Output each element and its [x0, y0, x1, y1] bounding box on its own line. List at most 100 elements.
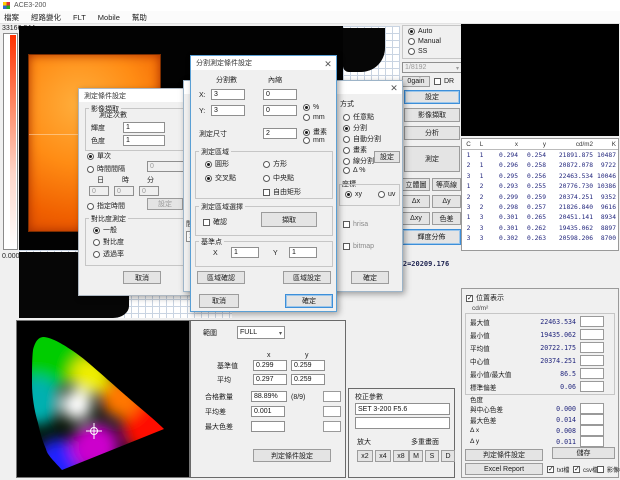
table-row[interactable]: 320.2980.25721826.8409616: [462, 202, 618, 212]
cancel-button[interactable]: 取消: [199, 294, 239, 308]
size-pixel-radio[interactable]: [303, 129, 310, 136]
inset-x-input[interactable]: 0: [263, 89, 297, 100]
contour-button[interactable]: 等高線: [432, 178, 461, 191]
judge-condition-button[interactable]: 判定條件設定: [465, 449, 543, 461]
inset-mm-radio[interactable]: [303, 114, 310, 121]
area-square-radio[interactable]: [263, 161, 270, 168]
save-button[interactable]: 儲存: [552, 447, 615, 459]
day-input[interactable]: 0: [89, 186, 109, 196]
ok-button[interactable]: 確定: [285, 294, 333, 308]
interval-input[interactable]: 0: [147, 161, 187, 172]
area-cross-radio[interactable]: [205, 175, 212, 182]
menu-mobile[interactable]: Mobile: [98, 13, 120, 22]
area-confirm-button[interactable]: 區域確認: [197, 271, 245, 284]
table-row[interactable]: 120.2930.25520776.73010386: [462, 182, 618, 192]
view-3d-button[interactable]: 立體圖: [402, 178, 430, 191]
method-delta-pct-radio[interactable]: [343, 167, 350, 174]
area-set-button[interactable]: 區域設定: [283, 271, 331, 284]
free-rect-checkbox[interactable]: [263, 189, 270, 196]
coord-xy-radio[interactable]: [345, 191, 352, 198]
spec-time-radio[interactable]: [87, 203, 94, 210]
table-row[interactable]: 210.2960.25820872.0789722: [462, 161, 618, 171]
zoom-x2-button[interactable]: x2: [357, 450, 373, 462]
zero-gain-button[interactable]: 0gain: [402, 76, 430, 87]
div-y-input[interactable]: 3: [211, 105, 245, 116]
interval-radio[interactable]: [87, 166, 94, 173]
set-button[interactable]: 設定: [404, 90, 460, 104]
luminance-dist-button[interactable]: 輝度分佈: [402, 229, 461, 245]
ref-y-input[interactable]: 0.259: [291, 360, 325, 371]
base-x-input[interactable]: 1: [231, 247, 259, 258]
single-radio[interactable]: [87, 153, 94, 160]
multi-s-button[interactable]: S: [425, 450, 439, 462]
method-pixel-radio[interactable]: [343, 147, 350, 154]
inset-y-input[interactable]: 0: [263, 105, 297, 116]
captured-image-panel[interactable]: [461, 24, 619, 136]
image-file-checkbox[interactable]: [597, 466, 604, 473]
ok-button[interactable]: 確定: [351, 271, 389, 284]
size-mm-radio[interactable]: [303, 137, 310, 144]
area-circle-radio[interactable]: [205, 161, 212, 168]
radio-manual[interactable]: [408, 38, 415, 45]
delta-x-button[interactable]: Δx: [402, 195, 430, 208]
grab-button[interactable]: 擷取: [261, 212, 317, 227]
trans-radio[interactable]: [93, 251, 100, 258]
avg-x-input[interactable]: 0.297: [253, 374, 287, 385]
csv-file-checkbox[interactable]: [573, 466, 580, 473]
confirm-checkbox[interactable]: [203, 219, 210, 226]
menu-path-change[interactable]: 經路變化: [31, 12, 61, 23]
menu-help[interactable]: 幫助: [132, 12, 147, 23]
color-diff-button[interactable]: 色差: [432, 212, 461, 225]
delta-xy-button[interactable]: Δxy: [402, 212, 430, 225]
multi-m-button[interactable]: M: [409, 450, 423, 462]
method-split-radio[interactable]: [343, 125, 350, 132]
coord-uv-radio[interactable]: [378, 191, 385, 198]
method-line-split-radio[interactable]: [343, 158, 350, 165]
inset-percent-radio[interactable]: [303, 104, 310, 111]
area-center-radio[interactable]: [263, 175, 270, 182]
zoom-x8-button[interactable]: x8: [393, 450, 409, 462]
exposure-select[interactable]: 1/8192 ▾: [402, 62, 462, 73]
size-input[interactable]: 2: [263, 128, 297, 139]
zoom-x4-button[interactable]: x4: [375, 450, 391, 462]
close-icon[interactable]: ✕: [389, 83, 399, 93]
ref-x-input[interactable]: 0.299: [253, 360, 287, 371]
range-select[interactable]: FULL ▾: [237, 326, 285, 339]
position-display-checkbox[interactable]: [466, 295, 473, 302]
measure-button[interactable]: 測定: [404, 146, 460, 172]
dr-checkbox[interactable]: [434, 78, 441, 85]
multi-d-button[interactable]: D: [441, 450, 455, 462]
menu-flt[interactable]: FLT: [73, 13, 86, 22]
method-any-point-radio[interactable]: [343, 114, 350, 121]
calibration-field-2[interactable]: [355, 417, 450, 429]
div-x-input[interactable]: 3: [211, 89, 245, 100]
table-row[interactable]: 230.3010.26219435.0628897: [462, 223, 618, 233]
close-icon[interactable]: ✕: [323, 59, 333, 69]
spec-time-set-button[interactable]: 設定: [147, 198, 183, 210]
table-row[interactable]: 310.2950.25622463.53410046: [462, 171, 618, 181]
lum-input[interactable]: 1: [123, 122, 165, 133]
calibration-field[interactable]: SET 3-200 F5.6: [355, 403, 450, 415]
chroma-input[interactable]: 1: [123, 135, 165, 146]
avg-y-input[interactable]: 0.259: [291, 374, 325, 385]
txt-file-checkbox[interactable]: [547, 466, 554, 473]
analyze-button[interactable]: 分析: [404, 126, 460, 140]
method-set-button[interactable]: 設定: [374, 151, 400, 163]
minute-input[interactable]: 0: [139, 186, 159, 196]
delta-y-button[interactable]: Δy: [432, 195, 461, 208]
table-row[interactable]: 220.2990.25920374.2519352: [462, 192, 618, 202]
cie-diagram-panel[interactable]: [16, 320, 190, 478]
menu-file[interactable]: 檔案: [4, 12, 19, 23]
judge-condition-button-2[interactable]: 判定條件設定: [253, 449, 331, 462]
radio-ss[interactable]: [408, 48, 415, 55]
excel-report-button[interactable]: Excel Report: [465, 463, 543, 475]
table-row[interactable]: 110.2940.25421891.87510487: [462, 150, 618, 160]
image-capture-button[interactable]: 影像擷取: [404, 108, 460, 122]
bitmap-checkbox[interactable]: [343, 243, 350, 250]
table-row[interactable]: 130.3010.26520451.1418934: [462, 213, 618, 223]
contrast-radio[interactable]: [93, 239, 100, 246]
hrisa-checkbox[interactable]: [343, 221, 350, 228]
table-row[interactable]: 330.3020.26320598.2068700: [462, 234, 618, 244]
cancel-button[interactable]: 取消: [123, 271, 161, 284]
hour-input[interactable]: 0: [114, 186, 134, 196]
